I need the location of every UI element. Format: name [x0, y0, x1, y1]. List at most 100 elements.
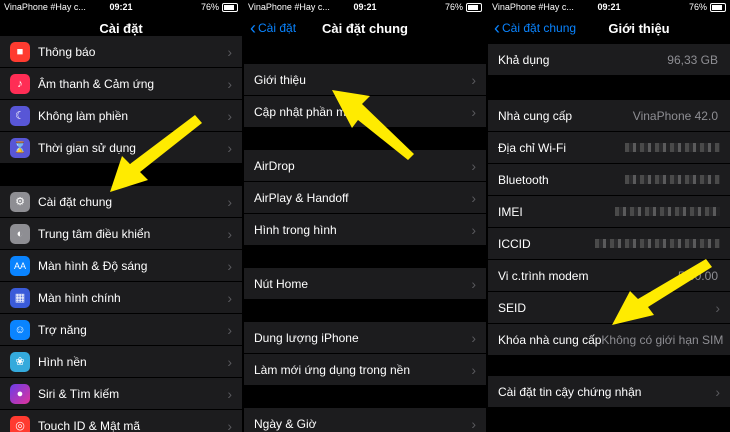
general-item-label: Làm mới ứng dụng trong nền — [254, 362, 410, 377]
settings-item-label: Âm thanh & Cảm ứng — [38, 76, 155, 91]
chevron-right-icon: › — [227, 257, 232, 274]
settings-item-label: Hình nền — [38, 354, 87, 369]
general-item-pip[interactable]: Hình trong hình › — [244, 214, 486, 245]
chevron-right-icon: › — [227, 225, 232, 242]
chevron-right-icon: › — [471, 275, 476, 292]
general-item-label: Dung lượng iPhone — [254, 330, 359, 345]
general-item-label: Cập nhật phần mềm — [254, 104, 363, 119]
chevron-right-icon: › — [471, 71, 476, 88]
chevron-right-icon: › — [227, 139, 232, 156]
general-item-airplay[interactable]: AirPlay & Handoff › — [244, 182, 486, 213]
settings-item-label: Màn hình chính — [38, 290, 121, 305]
settings-item-label: Siri & Tìm kiếm — [38, 386, 120, 401]
about-item-label: Bluetooth — [498, 172, 549, 187]
chevron-right-icon: › — [227, 43, 232, 60]
settings-item-control-center[interactable]: ◐ Trung tâm điều khiển › — [0, 218, 242, 249]
settings-item-notifications[interactable]: ■ Thông báo › — [0, 36, 242, 67]
chevron-right-icon: › — [471, 189, 476, 206]
chevron-right-icon: › — [227, 353, 232, 370]
settings-item-sound[interactable]: ♪ Âm thanh & Cảm ứng › — [0, 68, 242, 99]
chevron-right-icon: › — [227, 193, 232, 210]
settings-item-screen-time[interactable]: ⌛ Thời gian sử dụng › — [0, 132, 242, 163]
about-item-bluetooth: Bluetooth — [488, 164, 730, 195]
toggle-icon: ◐ — [10, 223, 30, 244]
wallpaper-icon: ❀ — [10, 351, 30, 372]
battery-icon — [710, 2, 726, 12]
general-item-label: Hình trong hình — [254, 222, 337, 237]
general-item-storage[interactable]: Dung lượng iPhone › — [244, 322, 486, 353]
chevron-right-icon: › — [715, 383, 720, 400]
redacted-value — [615, 207, 720, 216]
chevron-left-icon: ‹ — [250, 18, 256, 38]
chevron-right-icon: › — [227, 385, 232, 402]
status-bar: VinaPhone #Hay c... 09:21 76% — [488, 0, 730, 14]
page-title: Giới thiệu — [608, 20, 670, 36]
chevron-left-icon: ‹ — [494, 18, 500, 38]
nav-bar: ‹ Cài đặt Cài đặt chung — [244, 14, 486, 42]
about-item-value: 5.00.00 — [677, 268, 718, 283]
settings-item-label: Touch ID & Mật mã — [38, 418, 141, 432]
back-button-label: Cài đặt — [258, 21, 297, 35]
general-item-date-time[interactable]: Ngày & Giờ › — [244, 408, 486, 432]
redacted-value — [625, 175, 720, 184]
carrier-label: VinaPhone #Hay c... — [4, 2, 86, 12]
settings-item-touch-id[interactable]: ◎ Touch ID & Mật mã › — [0, 410, 242, 432]
settings-item-siri[interactable]: ● Siri & Tìm kiếm › — [0, 378, 242, 409]
about-item-wifi-address: Địa chỉ Wi-Fi — [488, 132, 730, 163]
about-item-certificate-trust[interactable]: Cài đặt tin cậy chứng nhận › — [488, 376, 730, 407]
settings-item-label: Cài đặt chung — [38, 194, 113, 209]
settings-item-label: Thông báo — [38, 44, 96, 59]
back-button-label: Cài đặt chung — [502, 21, 577, 35]
general-item-label: Nút Home — [254, 276, 309, 291]
about-item-label: SEID — [498, 300, 527, 315]
general-item-label: AirPlay & Handoff — [254, 190, 349, 205]
about-item-iccid: ICCID — [488, 228, 730, 259]
general-item-software-update[interactable]: Cập nhật phần mềm › — [244, 96, 486, 127]
settings-item-label: Không làm phiền — [38, 108, 129, 123]
accessibility-icon: ☺ — [10, 319, 30, 340]
settings-item-home-screen[interactable]: ▦ Màn hình chính › — [0, 282, 242, 313]
notification-icon: ■ — [10, 41, 30, 62]
carrier-label: VinaPhone #Hay c... — [248, 2, 330, 12]
settings-item-wallpaper[interactable]: ❀ Hình nền › — [0, 346, 242, 377]
general-item-label: Giới thiệu — [254, 72, 306, 87]
settings-item-dnd[interactable]: ☾ Không làm phiền › — [0, 100, 242, 131]
clock: 09:21 — [597, 2, 621, 12]
about-item-label: Vi c.trình modem — [498, 268, 589, 283]
chevron-right-icon: › — [471, 103, 476, 120]
about-item-seid[interactable]: SEID › — [488, 292, 730, 323]
redacted-value — [595, 239, 720, 248]
hourglass-icon: ⌛ — [10, 137, 30, 158]
battery-percent: 76% — [688, 2, 707, 12]
about-item-label: Khóa nhà cung cấp — [498, 332, 602, 347]
status-bar: VinaPhone #Hay c... 09:21 76% — [244, 0, 486, 14]
page-title: Cài đặt chung — [322, 20, 408, 36]
settings-item-display[interactable]: AA Màn hình & Độ sáng › — [0, 250, 242, 281]
settings-item-general[interactable]: ⚙ Cài đặt chung › — [0, 186, 242, 217]
about-item-label: Địa chỉ Wi-Fi — [498, 140, 566, 155]
chevron-right-icon: › — [471, 157, 476, 174]
general-item-about[interactable]: Giới thiệu › — [244, 64, 486, 95]
grid-icon: ▦ — [10, 287, 30, 308]
chevron-right-icon: › — [471, 221, 476, 238]
about-item-label: IMEI — [498, 204, 523, 219]
moon-icon: ☾ — [10, 105, 30, 126]
general-item-label: Ngày & Giờ — [254, 416, 317, 431]
battery-percent: 76% — [444, 2, 463, 12]
back-button[interactable]: ‹ Cài đặt — [250, 19, 296, 37]
nav-bar: ‹ Cài đặt chung Giới thiệu — [488, 14, 730, 42]
about-item-value: 96,33 GB — [667, 52, 718, 67]
general-item-background-refresh[interactable]: Làm mới ứng dụng trong nền › — [244, 354, 486, 385]
about-item-modem: Vi c.trình modem 5.00.00 — [488, 260, 730, 291]
general-item-home-button[interactable]: Nút Home › — [244, 268, 486, 299]
general-item-airdrop[interactable]: AirDrop › — [244, 150, 486, 181]
page-title: Cài đặt — [99, 20, 143, 36]
about-item-label: ICCID — [498, 236, 531, 251]
battery-percent: 76% — [200, 2, 219, 12]
about-panel: VinaPhone #Hay c... 09:21 76% ‹ Cài đặt c… — [488, 0, 730, 432]
back-button[interactable]: ‹ Cài đặt chung — [494, 19, 576, 37]
about-item-available: Khả dụng 96,33 GB — [488, 44, 730, 75]
settings-item-accessibility[interactable]: ☺ Trợ năng › — [0, 314, 242, 345]
siri-icon: ● — [10, 383, 30, 404]
general-panel: VinaPhone #Hay c... 09:21 76% ‹ Cài đặt C… — [244, 0, 486, 432]
